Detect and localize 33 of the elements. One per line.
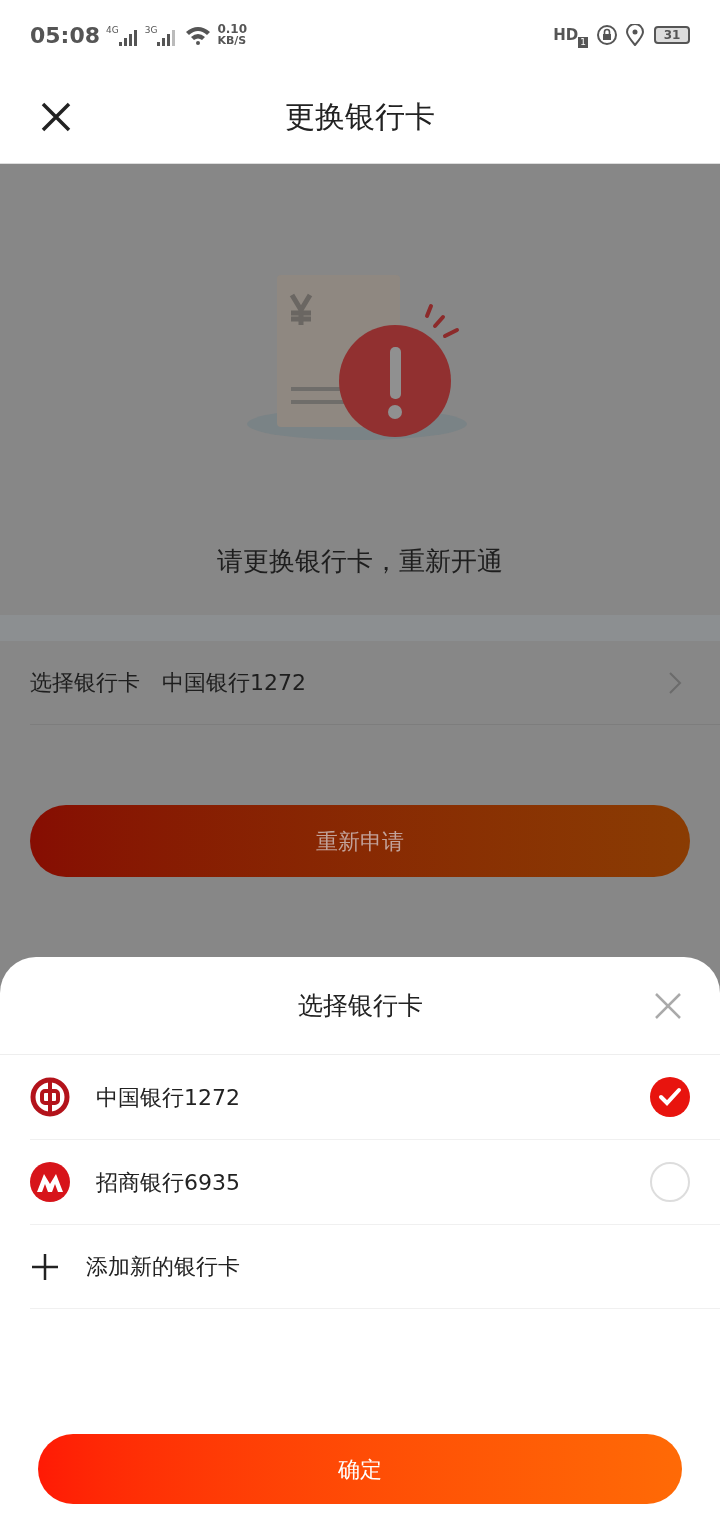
rotation-lock-icon (596, 24, 618, 46)
close-icon (654, 991, 682, 1020)
notice-message: 请更换银行卡，重新开通 (216, 545, 504, 578)
signal-icon (157, 29, 178, 47)
card-label: 选择银行卡 (30, 669, 140, 697)
hd-label: HD (553, 24, 579, 46)
signal-icon (118, 29, 139, 47)
bank-card-name: 招商银行6935 (96, 1168, 240, 1197)
sim-label: 1 (578, 37, 588, 48)
plus-icon (30, 1251, 60, 1282)
bank-card-item[interactable]: 中国银行1272 (30, 1055, 720, 1140)
chevron-right-icon (668, 670, 682, 695)
reapply-button[interactable]: 重新申请 (30, 805, 690, 877)
speed-value: 0.10 (217, 23, 248, 35)
status-time: 05:08 (30, 21, 101, 50)
bank-card-item[interactable]: 招商银行6935 (30, 1140, 720, 1225)
add-card-item[interactable]: 添加新的银行卡 (30, 1225, 720, 1309)
card-value: 中国银行1272 (162, 669, 306, 697)
close-icon (40, 100, 72, 133)
speed-unit: KB/S (217, 35, 248, 47)
radio-button[interactable] (650, 1162, 690, 1202)
battery-level: 31 (663, 29, 681, 41)
bank-logo-icon (30, 1077, 70, 1117)
checked-radio-icon[interactable] (650, 1077, 690, 1117)
location-icon (626, 24, 644, 46)
bank-logo-icon (30, 1162, 70, 1202)
sheet-title: 选择银行卡 (297, 989, 423, 1022)
bank-card-name: 中国银行1272 (96, 1083, 240, 1112)
network-label: 4G (106, 24, 119, 37)
wifi-icon (185, 25, 212, 45)
page-title: 更换银行卡 (285, 98, 435, 136)
network-label: 3G (144, 24, 158, 37)
add-card-label: 添加新的银行卡 (86, 1253, 240, 1281)
